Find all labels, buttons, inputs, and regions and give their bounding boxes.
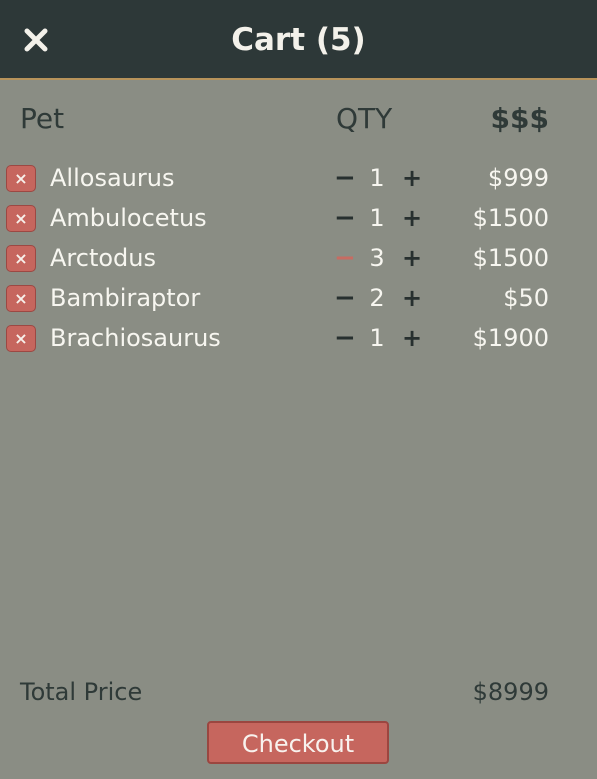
pet-name: Ambulocetus <box>50 204 207 232</box>
item-price: $1500 <box>472 204 549 232</box>
item-price: $999 <box>487 164 549 192</box>
item-price: $1900 <box>472 324 549 352</box>
cart-items-list: × Allosaurus − 1 + $999 × Ambulocetus − … <box>0 160 597 360</box>
remove-item-icon[interactable]: × <box>6 205 36 232</box>
increase-qty-button[interactable]: + <box>401 240 423 276</box>
increase-qty-button[interactable]: + <box>401 200 423 236</box>
total-price-label: Total Price <box>20 678 143 706</box>
quantity-value: 1 <box>369 204 385 232</box>
increase-qty-button[interactable]: + <box>401 280 423 316</box>
pet-name: Arctodus <box>50 244 156 272</box>
item-price: $1500 <box>472 244 549 272</box>
increase-qty-button[interactable]: + <box>401 160 423 196</box>
column-header-price: $$$ <box>490 102 549 135</box>
pet-name: Allosaurus <box>50 164 175 192</box>
decrease-qty-button[interactable]: − <box>334 200 356 236</box>
total-price-value: $8999 <box>472 678 549 706</box>
pet-name: Bambiraptor <box>50 284 201 312</box>
remove-item-icon[interactable]: × <box>6 285 36 312</box>
quantity-value: 2 <box>369 284 385 312</box>
decrease-qty-button[interactable]: − <box>334 280 356 316</box>
remove-item-icon[interactable]: × <box>6 165 36 192</box>
remove-item-icon[interactable]: × <box>6 245 36 272</box>
remove-item-icon[interactable]: × <box>6 325 36 352</box>
quantity-value: 1 <box>369 324 385 352</box>
cart-header: Cart (5) <box>0 0 597 80</box>
cart-item-row: × Allosaurus − 1 + $999 <box>0 160 597 200</box>
cart-item-row: × Bambiraptor − 2 + $50 <box>0 280 597 320</box>
increase-qty-button[interactable]: + <box>401 320 423 356</box>
cart-item-row: × Arctodus − 3 + $1500 <box>0 240 597 280</box>
cart-item-row: × Brachiosaurus − 1 + $1900 <box>0 320 597 360</box>
column-header-pet: Pet <box>20 102 65 135</box>
decrease-qty-button[interactable]: − <box>334 320 356 356</box>
checkout-button[interactable]: Checkout <box>207 721 389 764</box>
decrease-qty-button[interactable]: − <box>334 160 356 196</box>
quantity-value: 3 <box>369 244 385 272</box>
decrease-qty-button[interactable]: − <box>334 240 356 276</box>
quantity-value: 1 <box>369 164 385 192</box>
column-header-qty: QTY <box>336 102 393 135</box>
cart-item-row: × Ambulocetus − 1 + $1500 <box>0 200 597 240</box>
pet-name: Brachiosaurus <box>50 324 221 352</box>
page-title: Cart (5) <box>231 22 366 58</box>
item-price: $50 <box>503 284 549 312</box>
